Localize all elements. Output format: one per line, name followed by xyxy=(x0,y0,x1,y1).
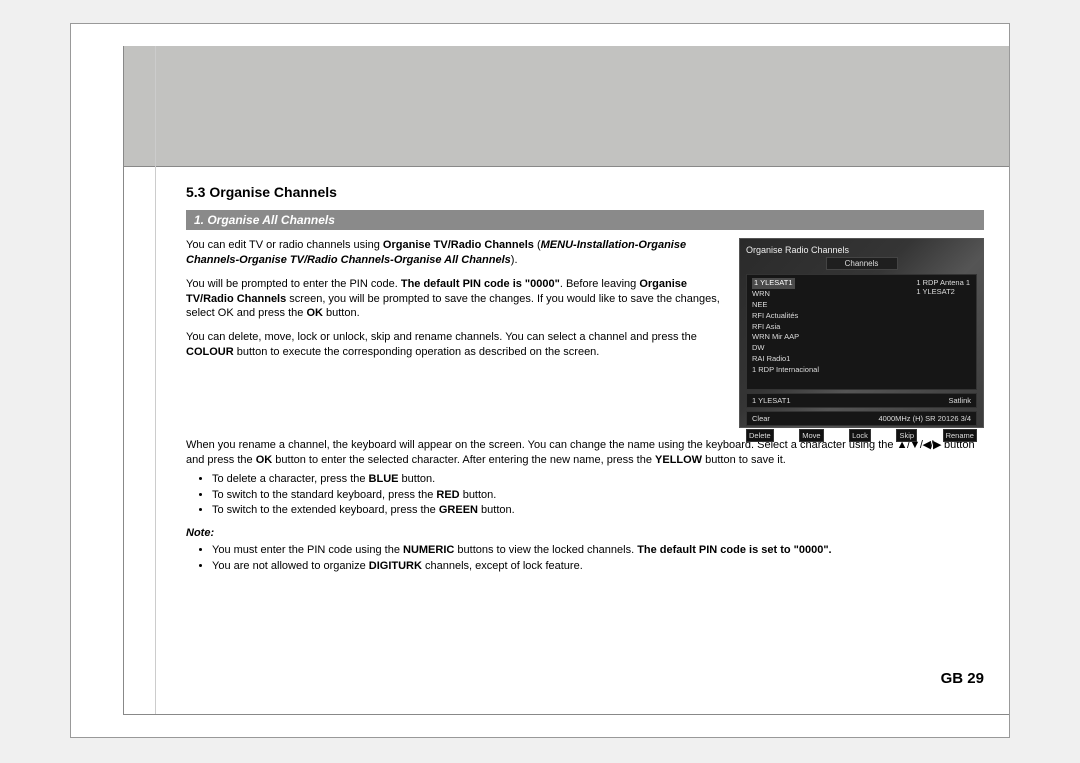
list-item: To switch to the standard keyboard, pres… xyxy=(212,488,984,503)
text-column: You can edit TV or radio channels using … xyxy=(186,238,725,428)
paragraph-1: You can edit TV or radio channels using … xyxy=(186,238,725,268)
shot-tab: Channels xyxy=(826,257,898,270)
paragraph-2: You will be prompted to enter the PIN co… xyxy=(186,277,725,322)
bullet-list-1: To delete a character, press the BLUE bu… xyxy=(186,472,984,519)
tv-screenshot: Organise Radio Channels Channels 1 RDP A… xyxy=(739,238,984,428)
note-label: Note: xyxy=(186,526,984,541)
crop-mark-bottom xyxy=(123,714,1009,715)
shot-right-col: 1 RDP Antena 1 1 YLESAT2 xyxy=(916,278,970,296)
crop-mark-mid xyxy=(155,46,156,715)
shot-info-1: 1 YLESAT1 Satlink xyxy=(746,393,977,408)
full-width-text: When you rename a channel, the keyboard … xyxy=(186,438,984,574)
paragraph-4: When you rename a channel, the keyboard … xyxy=(186,438,984,468)
shot-buttons: Delete Move Lock Skip Rename xyxy=(746,429,977,442)
shot-panel: 1 RDP Antena 1 1 YLESAT2 1 YLESAT1 WRN N… xyxy=(746,274,977,390)
list-item: To delete a character, press the BLUE bu… xyxy=(212,472,984,487)
section-title: 5.3 Organise Channels xyxy=(186,184,984,200)
list-item: To switch to the extended keyboard, pres… xyxy=(212,503,984,518)
shot-info-2: Clear 4000MHz (H) SR 20126 3/4 xyxy=(746,411,977,426)
crop-mark-left xyxy=(123,46,124,715)
header-band xyxy=(123,46,1009,167)
paragraph-3: You can delete, move, lock or unlock, sk… xyxy=(186,330,725,360)
page-frame: 5.3 Organise Channels 1. Organise All Ch… xyxy=(70,23,1010,738)
content-area: 5.3 Organise Channels 1. Organise All Ch… xyxy=(186,184,984,582)
page-number: GB 29 xyxy=(941,670,984,687)
note-list: You must enter the PIN code using the NU… xyxy=(186,543,984,574)
subheading: 1. Organise All Channels xyxy=(186,210,984,230)
shot-title: Organise Radio Channels xyxy=(746,245,977,255)
list-item: You are not allowed to organize DIGITURK… xyxy=(212,559,984,574)
list-item: You must enter the PIN code using the NU… xyxy=(212,543,984,558)
